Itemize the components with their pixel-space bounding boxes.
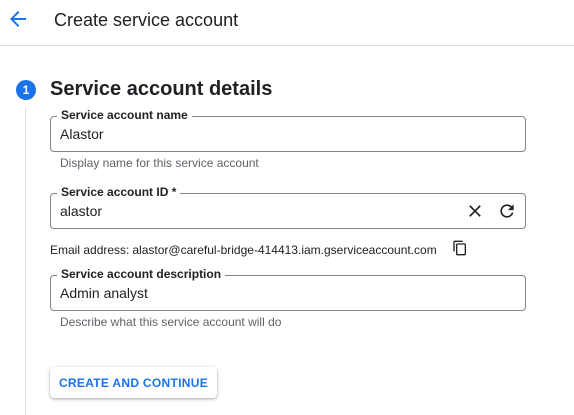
step-connector-line bbox=[25, 108, 26, 415]
service-account-id-label: Service account ID * bbox=[57, 185, 181, 199]
service-account-description-hint: Describe what this service account will … bbox=[60, 315, 282, 329]
copy-icon[interactable] bbox=[452, 240, 468, 256]
service-account-description-label: Service account description bbox=[57, 267, 226, 281]
arrow-left-icon[interactable] bbox=[6, 7, 30, 31]
service-account-name-field[interactable]: Service account name Alastor bbox=[50, 108, 526, 152]
service-account-description-field[interactable]: Service account description Admin analys… bbox=[50, 267, 526, 311]
email-address-label: Email address: bbox=[50, 243, 130, 257]
step-title: Service account details bbox=[50, 78, 273, 100]
email-address-value: alastor@careful-bridge-414413.iam.gservi… bbox=[132, 243, 437, 257]
email-address-line: Email address: alastor@careful-bridge-414… bbox=[50, 243, 437, 257]
page-header: Create service account bbox=[0, 0, 574, 46]
page-title: Create service account bbox=[54, 10, 239, 30]
service-account-description-input[interactable]: Admin analyst bbox=[60, 285, 148, 301]
service-account-name-input[interactable]: Alastor bbox=[60, 126, 104, 142]
service-account-name-hint: Display name for this service account bbox=[60, 156, 259, 170]
service-account-id-input[interactable]: alastor bbox=[60, 203, 102, 219]
step-number-badge: 1 bbox=[16, 80, 36, 100]
service-account-name-label: Service account name bbox=[57, 108, 192, 122]
service-account-id-field[interactable]: Service account ID * alastor bbox=[50, 185, 526, 229]
close-icon[interactable] bbox=[465, 201, 485, 221]
create-and-continue-button[interactable]: CREATE AND CONTINUE bbox=[50, 367, 217, 398]
refresh-icon[interactable] bbox=[497, 201, 517, 221]
